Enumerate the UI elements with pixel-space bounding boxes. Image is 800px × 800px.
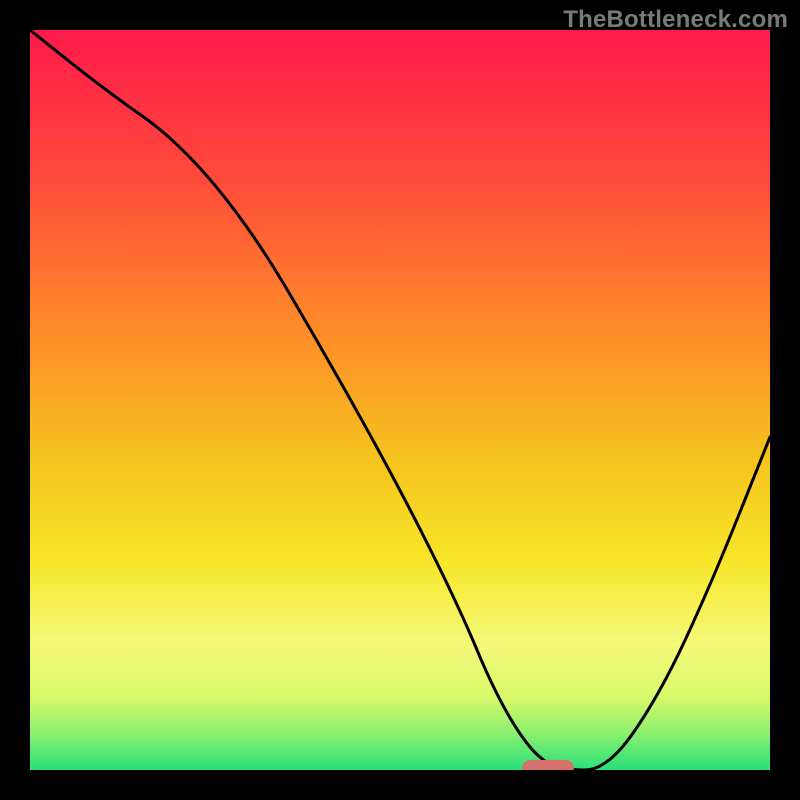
chart-svg <box>30 30 770 770</box>
gradient-background <box>30 30 770 770</box>
watermark-text: TheBottleneck.com <box>563 6 788 34</box>
optimum-marker <box>522 760 574 770</box>
chart-plot-area <box>30 30 770 770</box>
chart-frame: TheBottleneck.com <box>0 0 800 800</box>
